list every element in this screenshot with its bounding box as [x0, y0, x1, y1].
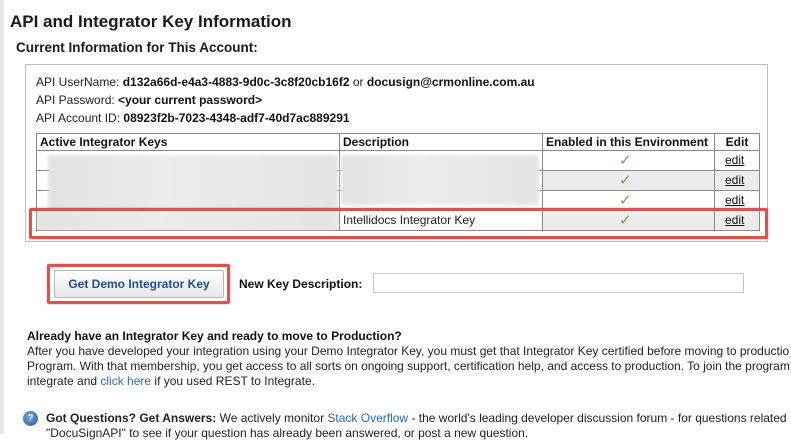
page-title: API and Integrator Key Information [10, 12, 292, 31]
api-account-id-value: 08923f2b-7023-4348-adf7-40d7ac889291 [123, 111, 350, 125]
edit-link[interactable]: edit [725, 211, 744, 230]
api-username-email: docusign@crmonline.com.au [366, 75, 535, 89]
edit-link[interactable]: edit [725, 171, 744, 190]
header-edit: Edit [714, 133, 760, 151]
check-icon: ✓ [619, 192, 632, 209]
api-account-id-label: API Account ID: [36, 111, 121, 125]
question-icon: ? [23, 411, 38, 426]
click-here-link[interactable]: click here [100, 374, 151, 388]
enabled-cell: ✓ [542, 170, 715, 191]
api-password-label: API Password: [36, 93, 115, 107]
edit-link[interactable]: edit [725, 191, 744, 210]
questions-text-post: - the world's leading developer discussi… [408, 411, 787, 425]
redacted-key-blur [38, 213, 336, 229]
redacted-keys-blur [48, 155, 338, 211]
questions-line-1: Got Questions? Get Answers: We actively … [46, 411, 787, 425]
questions-text-pre: We actively monitor [216, 411, 328, 425]
stack-overflow-link[interactable]: Stack Overflow [327, 411, 408, 425]
edit-cell: edit [714, 170, 760, 191]
section-title: Current Information for This Account: [16, 40, 258, 55]
check-icon: ✓ [619, 212, 632, 229]
production-text-line-2: Program. With that membership, you get a… [27, 359, 790, 373]
header-description: Description [339, 133, 543, 151]
questions-line-2: "DocuSignAPI" to see if your question ha… [46, 426, 529, 440]
description-cell: Intellidocs Integrator Key [339, 210, 543, 231]
new-key-description-input[interactable] [373, 273, 744, 293]
get-demo-integrator-key-button[interactable]: Get Demo Integrator Key [54, 270, 224, 298]
enabled-cell: ✓ [542, 150, 715, 171]
api-password-value: <your current password> [118, 93, 263, 107]
production-title: Already have an Integrator Key and ready… [27, 329, 402, 343]
enabled-cell: ✓ [542, 210, 715, 231]
api-username-or: or [352, 75, 364, 89]
redacted-descriptions-blur [341, 155, 539, 205]
edit-link[interactable]: edit [725, 151, 744, 170]
new-key-description-label: New Key Description: [239, 277, 363, 291]
key-description-text: Intellidocs Integrator Key [343, 213, 476, 227]
api-password-line: API Password: <your current password> [36, 93, 262, 107]
enabled-cell: ✓ [542, 190, 715, 211]
header-enabled: Enabled in this Environment [542, 133, 715, 151]
production-text-line-3: integrate and click here if you used RES… [27, 374, 315, 388]
production-text-line-1: After you have developed your integratio… [27, 344, 790, 358]
api-username-label: API UserName: [36, 75, 120, 89]
api-account-id-line: API Account ID: 08923f2b-7023-4348-adf7-… [36, 111, 350, 125]
production-line3-suffix: if you used REST to Integrate. [151, 374, 315, 388]
api-username-line: API UserName: d132a66d-e4a3-4883-9d0c-3c… [36, 75, 535, 89]
integrator-keys-table: Active Integrator Keys Description Enabl… [36, 133, 760, 234]
questions-title: Got Questions? Get Answers: [46, 411, 217, 425]
edit-cell: edit [714, 150, 760, 171]
api-username-value: d132a66d-e4a3-4883-9d0c-3c8f20cb16f2 [122, 75, 350, 89]
edit-cell: edit [714, 210, 760, 231]
production-line3-prefix: integrate and [27, 374, 101, 388]
edit-cell: edit [714, 190, 760, 211]
check-icon: ✓ [619, 152, 632, 169]
check-icon: ✓ [619, 172, 632, 189]
window-edge [0, 0, 4, 434]
header-active-keys: Active Integrator Keys [36, 133, 340, 151]
account-info-box: API UserName: d132a66d-e4a3-4883-9d0c-3c… [25, 64, 768, 242]
